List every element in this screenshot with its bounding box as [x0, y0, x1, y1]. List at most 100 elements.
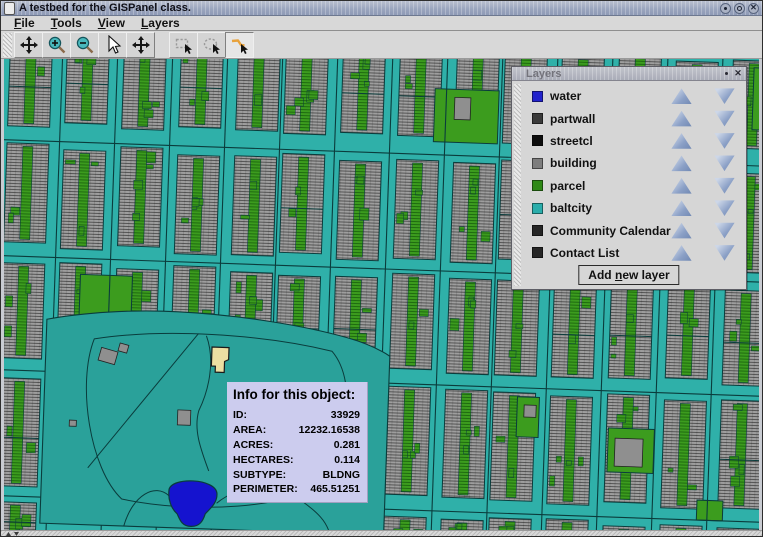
map-area: Layers ✕ water partwall streetcl building pa… — [4, 59, 759, 530]
layer-move-down-button[interactable] — [714, 88, 735, 105]
menu-bar: FileToolsViewLayers — [1, 16, 762, 31]
layer-move-up-button[interactable] — [671, 132, 692, 149]
layer-color-swatch — [532, 158, 543, 169]
menu-file[interactable]: File — [6, 16, 43, 30]
window-icon — [4, 2, 15, 15]
add-new-layer-button[interactable]: Add new layer — [578, 265, 679, 285]
scroll-up-icon — [6, 532, 11, 536]
info-label: ACRES: — [233, 439, 273, 451]
menu-tools[interactable]: Tools — [43, 16, 90, 30]
layers-panel-title: Layers — [512, 68, 561, 80]
close-button[interactable]: ✕ — [748, 3, 759, 14]
info-label: HECTARES: — [233, 454, 293, 466]
toolbar — [1, 31, 762, 59]
maximize-button[interactable] — [734, 3, 745, 14]
polyline-tool-button[interactable] — [225, 32, 254, 58]
layer-color-swatch — [532, 91, 543, 102]
move-arrows-icon — [131, 35, 151, 55]
window-bottom-edge[interactable] — [1, 530, 762, 536]
minimize-button[interactable] — [720, 3, 731, 14]
info-row-subtype: SUBTYPE:BLDNG — [233, 469, 360, 484]
info-label: ID: — [233, 409, 247, 421]
layer-color-swatch — [532, 225, 543, 236]
layer-row-streetcl: streetcl — [532, 130, 742, 152]
move-arrows-icon — [19, 35, 39, 55]
menu-layers[interactable]: Layers — [133, 16, 188, 30]
scroll-down-icon — [14, 532, 19, 536]
add-layer-label: Add — [588, 268, 615, 282]
toolbar-gap — [154, 44, 169, 45]
move-tool-button[interactable] — [126, 32, 155, 58]
layers-panel-close-button[interactable]: ✕ — [733, 69, 743, 79]
layer-color-swatch — [532, 113, 543, 124]
layer-color-swatch — [532, 203, 543, 214]
close-icon: ✕ — [750, 4, 757, 12]
title-bar[interactable]: A testbed for the GISPanel class. ✕ — [1, 1, 762, 16]
info-row-acres: ACRES: 0.281 — [233, 439, 360, 454]
menu-view[interactable]: View — [90, 16, 133, 30]
layer-move-down-button[interactable] — [714, 177, 735, 194]
layer-move-down-button[interactable] — [714, 222, 735, 239]
layer-color-swatch — [532, 135, 543, 146]
layer-row-parcel: parcel — [532, 175, 742, 197]
info-label: AREA: — [233, 424, 266, 436]
layers-panel-titlebar[interactable]: Layers ✕ — [512, 67, 746, 81]
add-layer-label: n — [615, 268, 622, 282]
app-window: A testbed for the GISPanel class. ✕ File… — [0, 0, 763, 537]
layer-move-up-button[interactable] — [671, 200, 692, 217]
layer-move-down-button[interactable] — [714, 200, 735, 217]
cursor-arrow-icon — [103, 35, 123, 55]
pan-tool-button[interactable] — [14, 32, 43, 58]
info-value: 0.281 — [334, 439, 360, 451]
layer-label: water — [550, 89, 581, 103]
layer-move-down-button[interactable] — [714, 155, 735, 172]
layer-label: streetcl — [550, 134, 593, 148]
info-row-area: AREA:12232.16538 — [233, 424, 360, 439]
window-title: A testbed for the GISPanel class. — [19, 2, 191, 14]
layer-move-down-button[interactable] — [714, 244, 735, 261]
layer-label: Contact List — [550, 246, 619, 260]
layer-label: building — [550, 156, 597, 170]
rect-select-button[interactable] — [169, 32, 198, 58]
layer-label: parcel — [550, 179, 585, 193]
layer-move-up-button[interactable] — [671, 88, 692, 105]
zoom-in-icon — [47, 35, 67, 55]
layer-move-down-button[interactable] — [714, 132, 735, 149]
layer-move-down-button[interactable] — [714, 110, 735, 127]
info-row-perimeter: PERIMETER:465.51251 — [233, 483, 360, 498]
close-icon: ✕ — [734, 69, 742, 78]
info-value: 0.114 — [334, 454, 360, 466]
layers-panel-minimize-button[interactable] — [721, 69, 731, 79]
layer-move-up-button[interactable] — [671, 110, 692, 127]
minimize-icon — [725, 72, 728, 75]
minimize-icon — [724, 7, 727, 10]
info-label: PERIMETER: — [233, 483, 298, 495]
toolbar-grip[interactable] — [3, 33, 12, 57]
info-panel-title: Info for this object: — [233, 387, 360, 402]
layer-move-up-button[interactable] — [671, 177, 692, 194]
info-value: 33929 — [331, 409, 360, 421]
maximize-icon — [737, 6, 742, 11]
layer-move-up-button[interactable] — [671, 222, 692, 239]
layers-panel: Layers ✕ water partwall streetcl building pa… — [511, 66, 747, 290]
zoom-in-button[interactable] — [42, 32, 71, 58]
layer-color-swatch — [532, 247, 543, 258]
layer-row-partwall: partwall — [532, 107, 742, 129]
layer-label: partwall — [550, 112, 595, 126]
zoom-out-button[interactable] — [70, 32, 99, 58]
info-label: SUBTYPE: — [233, 469, 286, 481]
layers-panel-grip[interactable] — [514, 84, 521, 286]
layer-label: Community Calendar — [550, 224, 671, 238]
layer-move-up-button[interactable] — [671, 244, 692, 261]
rect-select-icon — [174, 35, 194, 55]
ellipse-select-button[interactable] — [197, 32, 226, 58]
polyline-icon — [230, 35, 250, 55]
layer-row-building: building — [532, 152, 742, 174]
pointer-tool-button[interactable] — [98, 32, 127, 58]
object-info-panel: Info for this object: ID: 33929 AREA:12232… — [227, 382, 368, 503]
layer-move-up-button[interactable] — [671, 155, 692, 172]
info-row-hectares: HECTARES: 0.114 — [233, 454, 360, 469]
layer-row-contact-list: Contact List — [532, 242, 742, 264]
info-row-id: ID: 33929 — [233, 409, 360, 424]
layer-label: baltcity — [550, 201, 592, 215]
